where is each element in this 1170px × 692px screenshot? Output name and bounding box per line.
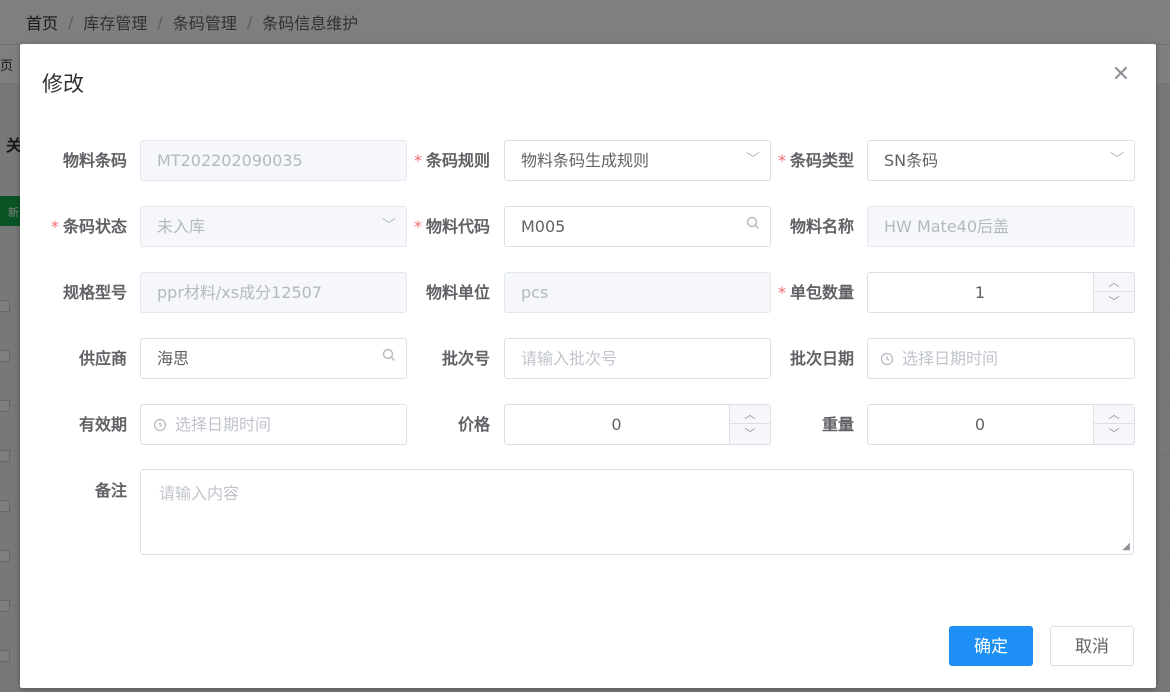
expiry-label: 有效期 bbox=[78, 415, 127, 434]
price-label: 价格 bbox=[457, 415, 490, 434]
material-unit-input: pcs bbox=[504, 272, 771, 313]
expiry-date-picker[interactable]: 选择日期时间 bbox=[140, 404, 407, 445]
search-icon[interactable] bbox=[746, 207, 760, 246]
barcode-status-label: * 条码状态 bbox=[50, 217, 127, 236]
stepper-controls: ︿ ﹀ bbox=[1093, 405, 1134, 444]
material-name-input: HW Mate40后盖 bbox=[867, 206, 1135, 247]
material-code-input[interactable]: M005 bbox=[504, 206, 771, 247]
barcode-type-select[interactable]: SN条码 ﹀ bbox=[867, 140, 1135, 181]
close-icon[interactable]: ✕ bbox=[1110, 64, 1132, 86]
cancel-button[interactable]: 取消 bbox=[1050, 626, 1134, 666]
supplier-label: 供应商 bbox=[78, 349, 127, 368]
material-barcode-label: 物料条码 bbox=[62, 151, 127, 170]
decrease-icon[interactable]: ﹀ bbox=[1094, 292, 1134, 311]
edit-dialog: 修改 ✕ 物料条码 MT202202090035 * 条码规则 物料条码生成规则 … bbox=[20, 44, 1156, 688]
clock-icon bbox=[153, 406, 167, 444]
price-stepper[interactable]: 0 ︿ ﹀ bbox=[504, 404, 771, 445]
spec-model-input: ppr材料/xs成分12507 bbox=[140, 272, 407, 313]
material-unit-label: 物料单位 bbox=[425, 283, 490, 302]
remark-label: 备注 bbox=[94, 481, 127, 500]
remark-textarea[interactable]: 请输入内容 ◢ bbox=[140, 469, 1134, 555]
pack-quantity-stepper[interactable]: 1 ︿ ﹀ bbox=[867, 272, 1135, 313]
chevron-down-icon: ﹀ bbox=[746, 152, 760, 168]
barcode-rule-select[interactable]: 物料条码生成规则 ﹀ bbox=[504, 140, 771, 181]
weight-label: 重量 bbox=[821, 415, 854, 434]
confirm-button[interactable]: 确定 bbox=[949, 626, 1033, 666]
barcode-type-label: * 条码类型 bbox=[777, 151, 854, 170]
barcode-status-select: 未入库 ﹀ bbox=[140, 206, 407, 247]
chevron-down-icon: ﹀ bbox=[1110, 152, 1124, 168]
search-icon[interactable] bbox=[382, 339, 396, 378]
increase-icon[interactable]: ︿ bbox=[1094, 273, 1134, 292]
batch-no-label: 批次号 bbox=[441, 349, 490, 368]
material-code-label: * 物料代码 bbox=[413, 217, 490, 236]
material-barcode-input: MT202202090035 bbox=[140, 140, 407, 181]
decrease-icon[interactable]: ﹀ bbox=[1094, 424, 1134, 443]
resize-handle-icon[interactable]: ◢ bbox=[1122, 541, 1130, 552]
material-name-label: 物料名称 bbox=[789, 217, 854, 236]
pack-quantity-label: * 单包数量 bbox=[777, 283, 854, 302]
batch-no-input[interactable]: 请输入批次号 bbox=[504, 338, 771, 379]
increase-icon[interactable]: ︿ bbox=[1094, 405, 1134, 424]
barcode-rule-label: * 条码规则 bbox=[413, 151, 490, 170]
chevron-down-icon: ﹀ bbox=[382, 218, 396, 234]
spec-model-label: 规格型号 bbox=[62, 283, 127, 302]
weight-stepper[interactable]: 0 ︿ ﹀ bbox=[867, 404, 1135, 445]
stepper-controls: ︿ ﹀ bbox=[1093, 273, 1134, 312]
batch-date-label: 批次日期 bbox=[789, 349, 854, 368]
dialog-title: 修改 bbox=[42, 72, 84, 96]
batch-date-picker[interactable]: 选择日期时间 bbox=[867, 338, 1135, 379]
clock-icon bbox=[880, 340, 894, 378]
supplier-input[interactable]: 海思 bbox=[140, 338, 407, 379]
